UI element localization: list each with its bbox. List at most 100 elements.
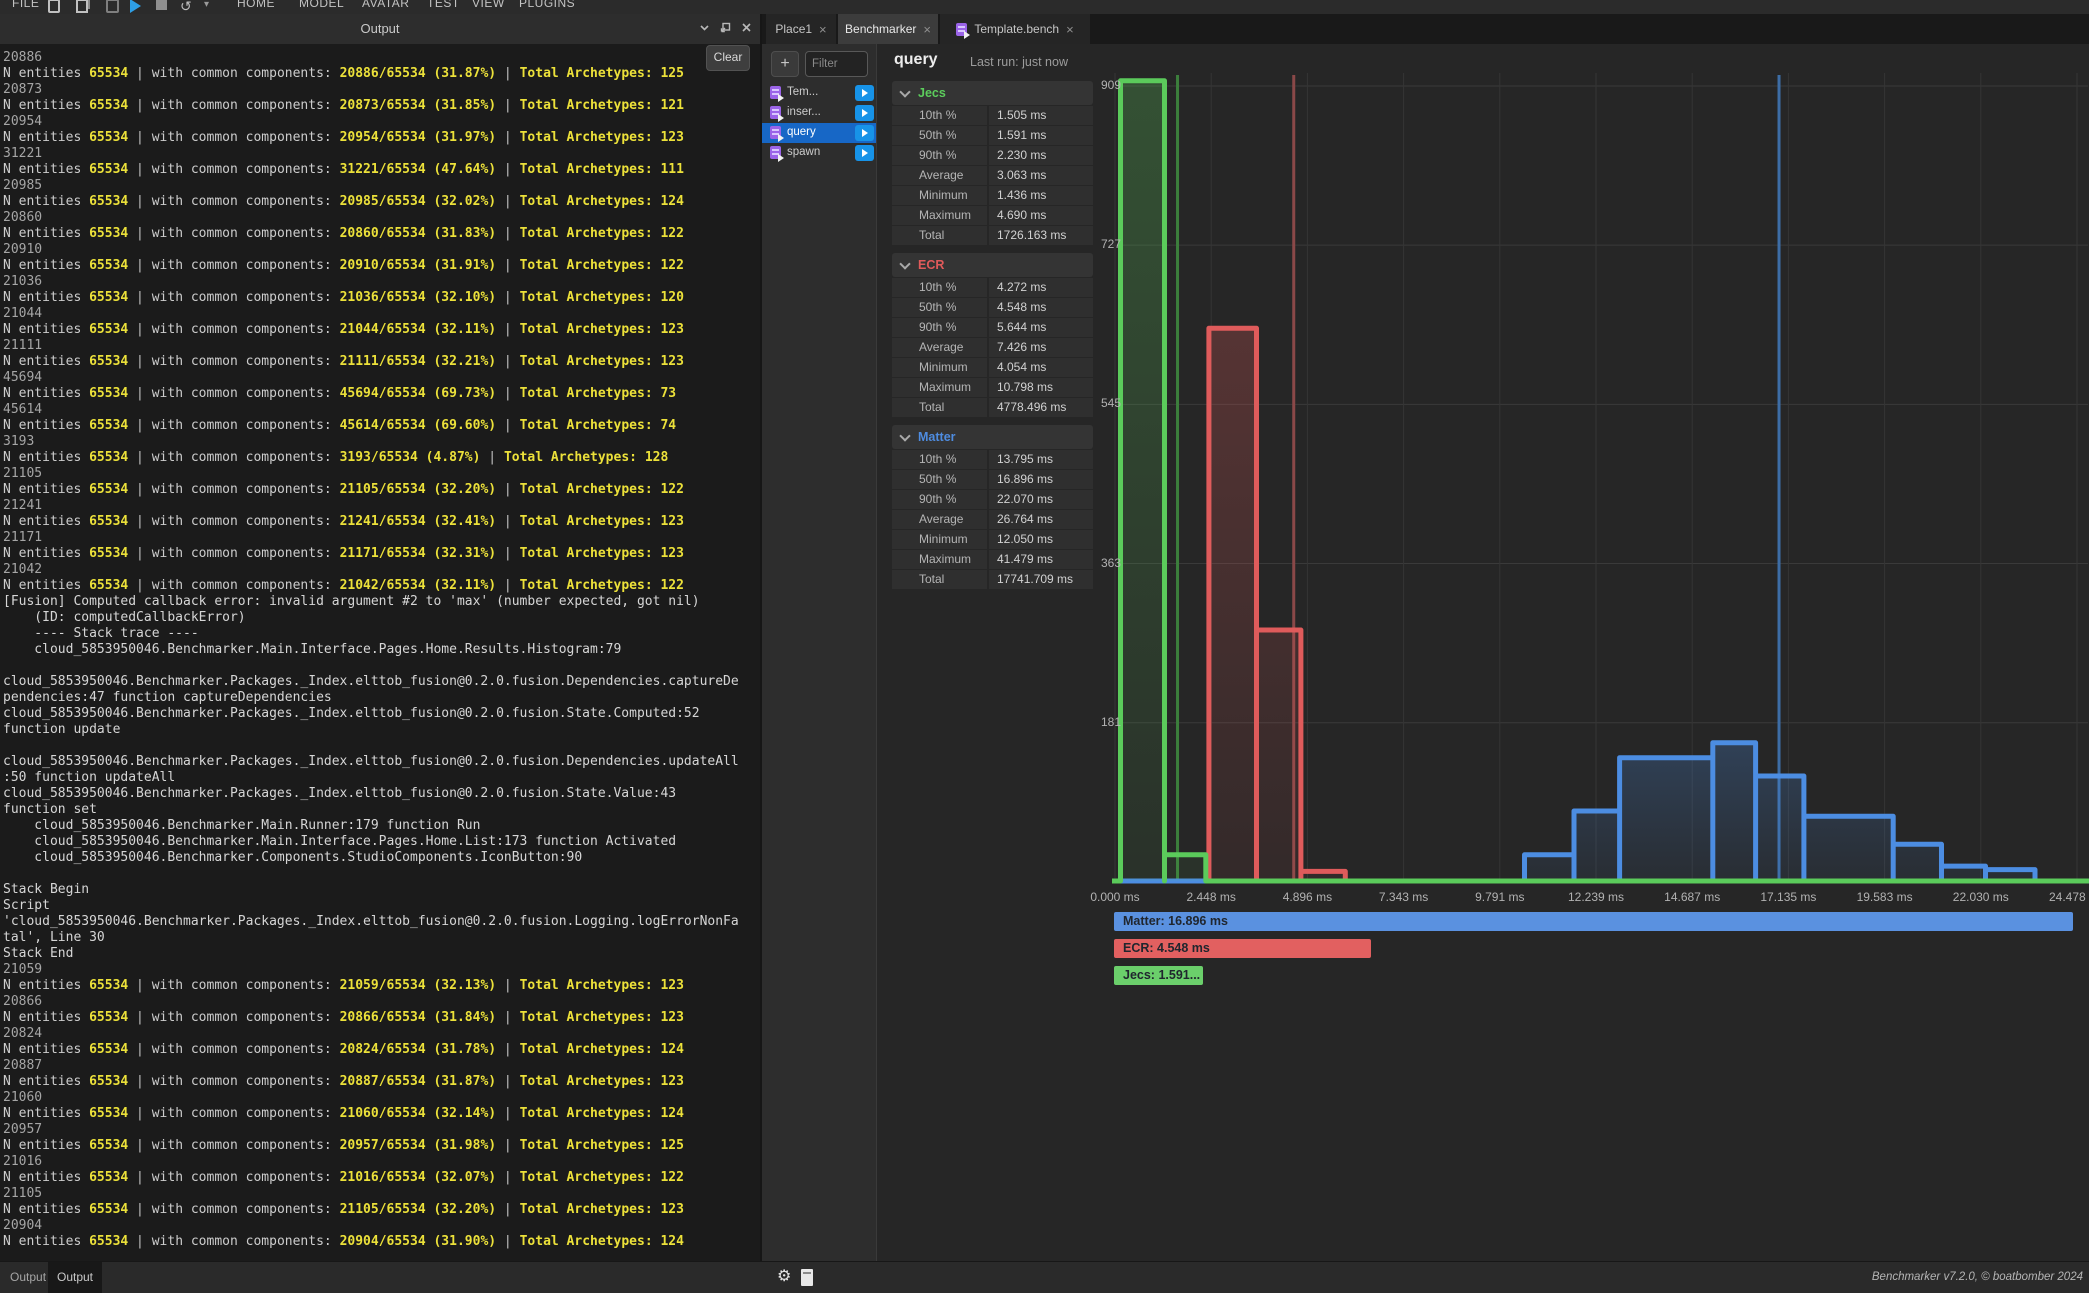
filter-input[interactable]: [805, 51, 868, 77]
tab-place1[interactable]: Place1×: [766, 14, 836, 44]
log-line-raw: 'cloud_5853950046.Benchmarker.Packages._…: [3, 914, 739, 930]
log-line-count: 21059: [3, 962, 739, 978]
y-axis-tick-label: 181: [1081, 715, 1121, 729]
stat-label: Maximum: [919, 552, 971, 566]
tab-label: Template.bench: [974, 22, 1059, 36]
chevron-down-icon[interactable]: ▾: [204, 0, 209, 11]
stat-row: Minimum12.050 ms: [892, 530, 1093, 549]
log-line-raw: [3, 738, 739, 754]
script-icon: [770, 126, 781, 139]
x-axis-tick-label: 9.791 ms: [1455, 890, 1545, 904]
log-line-raw: [3, 658, 739, 674]
output-panel-header[interactable]: Output: [0, 14, 760, 44]
stop-icon[interactable]: [156, 0, 167, 10]
menu-item-view[interactable]: VIEW: [472, 0, 505, 10]
menu-item-plugins[interactable]: PLUGINS: [519, 0, 575, 10]
menu-item-file[interactable]: FILE: [12, 0, 39, 10]
undo-icon[interactable]: ↺: [180, 0, 192, 13]
stat-label: 50th %: [919, 128, 956, 142]
chevron-down-icon[interactable]: [699, 22, 710, 33]
paste-icon[interactable]: [106, 0, 119, 13]
tab-close-icon[interactable]: ×: [923, 22, 931, 37]
bench-item-spawn[interactable]: spawn: [762, 143, 876, 163]
menu-item-test[interactable]: TEST: [427, 0, 460, 10]
x-axis-tick-label: 19.583 ms: [1840, 890, 1930, 904]
close-icon[interactable]: [741, 22, 752, 33]
clear-button[interactable]: Clear: [706, 45, 750, 71]
log-line-detail: N entities 65534 | with common component…: [3, 258, 739, 274]
stat-value: 2.230 ms: [997, 148, 1046, 162]
stat-value: 16.896 ms: [997, 472, 1053, 486]
stats-section-header-matter[interactable]: Matter: [892, 425, 1093, 449]
log-line-raw: [3, 866, 739, 882]
run-benchmark-button[interactable]: [855, 145, 874, 161]
log-line-detail: N entities 65534 | with common component…: [3, 1202, 739, 1218]
clipboard-icon[interactable]: [48, 0, 60, 13]
statusbar-output-label: Output: [10, 1262, 46, 1293]
log-line-count: 31221: [3, 146, 739, 162]
undock-icon[interactable]: [720, 22, 731, 33]
menubar: FILE HOME MODEL AVATAR TEST VIEW PLUGINS ↺ ▾: [0, 0, 2089, 14]
docs-book-icon[interactable]: [801, 1269, 813, 1286]
output-log-area[interactable]: 20886N entities 65534 | with common comp…: [0, 44, 760, 1261]
results-histogram-chart: [1112, 71, 2089, 889]
stats-section-header-ecr[interactable]: ECR: [892, 253, 1093, 277]
log-line-detail: N entities 65534 | with common component…: [3, 1010, 739, 1026]
log-line-count: 21241: [3, 498, 739, 514]
stat-label: Minimum: [919, 532, 968, 546]
log-line-raw: cloud_5853950046.Benchmarker.Main.Runner…: [3, 818, 739, 834]
stat-row: Maximum10.798 ms: [892, 378, 1093, 397]
tab-close-icon[interactable]: ×: [1066, 22, 1074, 37]
stats-table: Jecs10th %1.505 ms50th %1.591 ms90th %2.…: [892, 81, 1093, 597]
play-icon[interactable]: [130, 0, 141, 13]
stats-section-header-jecs[interactable]: Jecs: [892, 81, 1093, 105]
y-axis-tick-label: 363: [1081, 556, 1121, 570]
stat-value: 1.505 ms: [997, 108, 1046, 122]
tab-benchmarker[interactable]: Benchmarker×: [838, 14, 938, 44]
last-run-label: Last run: just now: [970, 55, 1068, 69]
log-line-raw: cloud_5853950046.Benchmarker.Packages._I…: [3, 786, 739, 802]
stat-row: 90th %2.230 ms: [892, 146, 1093, 165]
run-benchmark-button[interactable]: [855, 125, 874, 141]
bench-item-inser[interactable]: inser...: [762, 103, 876, 123]
log-line-detail: N entities 65534 | with common component…: [3, 1138, 739, 1154]
log-line-count: 20824: [3, 1026, 739, 1042]
output-log: 20886N entities 65534 | with common comp…: [3, 50, 739, 1250]
stat-row: 90th %22.070 ms: [892, 490, 1093, 509]
stats-section-ecr: ECR10th %4.272 ms50th %4.548 ms90th %5.6…: [892, 253, 1093, 417]
bench-item-label: spawn: [787, 146, 820, 158]
log-line-detail: N entities 65534 | with common component…: [3, 546, 739, 562]
bench-item-label: Tem...: [787, 86, 818, 98]
stat-value: 3.063 ms: [997, 168, 1046, 182]
gear-icon[interactable]: ⚙: [777, 1262, 791, 1292]
stat-label: 10th %: [919, 280, 956, 294]
bench-item-query[interactable]: query: [762, 123, 876, 143]
stat-label: 10th %: [919, 452, 956, 466]
stat-label: 90th %: [919, 320, 956, 334]
chart-legend: Matter: 16.896 msECR: 4.548 msJecs: 1.59…: [1114, 912, 2073, 993]
log-line-raw: ---- Stack trace ----: [3, 626, 739, 642]
menu-item-avatar[interactable]: AVATAR: [362, 0, 409, 10]
legend-bar-matter: Matter: 16.896 ms: [1114, 912, 2073, 931]
tab-close-icon[interactable]: ×: [819, 22, 827, 37]
menu-item-home[interactable]: HOME: [237, 0, 275, 10]
stat-value: 17741.709 ms: [997, 572, 1073, 586]
log-line-detail: N entities 65534 | with common component…: [3, 1170, 739, 1186]
statusbar-output-tab[interactable]: Output: [48, 1262, 102, 1293]
copy-icon[interactable]: [76, 0, 88, 13]
log-line-detail: N entities 65534 | with common component…: [3, 130, 739, 146]
run-benchmark-button[interactable]: [855, 105, 874, 121]
log-line-count: 20910: [3, 242, 739, 258]
menu-item-model[interactable]: MODEL: [299, 0, 344, 10]
log-line-count: 45694: [3, 370, 739, 386]
tab-template-bench[interactable]: Template.bench ×: [940, 14, 1090, 44]
bench-item-Tem[interactable]: Tem...: [762, 83, 876, 103]
log-line-raw: (ID: computedCallbackError): [3, 610, 739, 626]
stat-label: 10th %: [919, 108, 956, 122]
stat-label: Maximum: [919, 380, 971, 394]
run-benchmark-button[interactable]: [855, 85, 874, 101]
log-line-raw: pendencies:47 function captureDependenci…: [3, 690, 739, 706]
add-benchmark-button[interactable]: +: [771, 51, 799, 77]
log-line-raw: function set: [3, 802, 739, 818]
stat-label: 50th %: [919, 472, 956, 486]
